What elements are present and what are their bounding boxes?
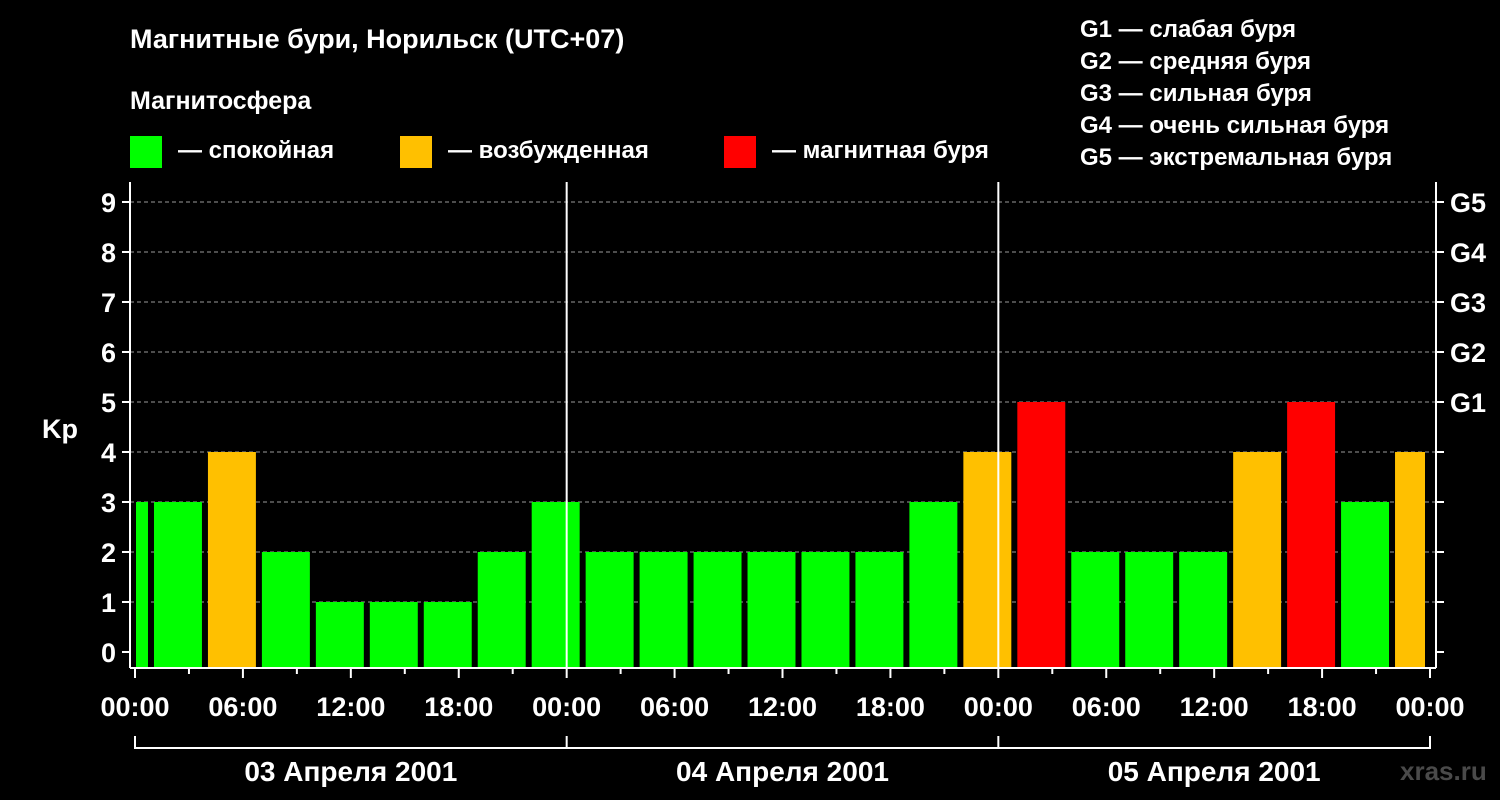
watermark: xras.ru	[1400, 756, 1487, 786]
x-tick-label: 18:00	[424, 692, 493, 722]
kp-bar	[1071, 552, 1120, 668]
kp-bar	[585, 552, 634, 668]
x-tick-label: 06:00	[1072, 692, 1141, 722]
x-tick-label: 00:00	[1395, 692, 1464, 722]
storm-level-g2: G2 — средняя буря	[1080, 48, 1311, 75]
x-tick-label: 00:00	[532, 692, 601, 722]
y-tick-label: 7	[101, 288, 116, 318]
y-tick-label: 8	[101, 238, 116, 268]
kp-bar	[639, 552, 688, 668]
y-tick-label: 3	[101, 488, 116, 518]
kp-bar	[747, 552, 796, 668]
storm-level-g3: G3 — сильная буря	[1080, 80, 1312, 107]
day-label: 04 Апреля 2001	[676, 756, 889, 787]
kp-bar	[1233, 452, 1282, 668]
x-tick-label: 06:00	[640, 692, 709, 722]
kp-bar	[369, 602, 418, 668]
y-tick-label: 5	[101, 388, 116, 418]
legend-heading: Магнитосфера	[130, 87, 312, 115]
kp-bar	[1017, 402, 1066, 668]
kp-bar	[1287, 402, 1336, 668]
x-tick-label: 00:00	[964, 692, 1033, 722]
kp-bar	[315, 602, 364, 668]
kp-bar	[477, 552, 526, 668]
day-label: 05 Апреля 2001	[1108, 756, 1321, 787]
g-level-label: G3	[1450, 288, 1486, 318]
kp-bar	[963, 452, 1012, 668]
y-tick-label: 6	[101, 338, 116, 368]
kp-bar	[531, 502, 580, 668]
storm-level-g1: G1 — слабая буря	[1080, 16, 1296, 43]
x-tick-label: 12:00	[748, 692, 817, 722]
legend: — спокойная — возбужденная — магнитная б…	[130, 136, 989, 168]
legend-label-storm: — магнитная буря	[772, 137, 989, 164]
kp-bar	[855, 552, 904, 668]
legend-label-excited: — возбужденная	[448, 137, 649, 164]
legend-swatch-storm	[724, 136, 756, 168]
g-level-label: G4	[1450, 238, 1486, 268]
y-tick-label: 4	[101, 438, 116, 468]
kp-bar	[207, 452, 256, 668]
kp-bar	[1125, 552, 1174, 668]
kp-bar	[153, 502, 202, 668]
x-tick-label: 12:00	[1180, 692, 1249, 722]
x-tick-label: 00:00	[100, 692, 169, 722]
legend-label-calm: — спокойная	[178, 137, 334, 164]
storm-level-list: G1 — слабая буря G2 — средняя буря G3 — …	[1080, 16, 1392, 171]
chart-title: Магнитные бури, Норильск (UTC+07)	[130, 24, 624, 54]
kp-chart: Магнитные бури, Норильск (UTC+07) Магнит…	[42, 16, 1487, 787]
kp-bar	[1179, 552, 1228, 668]
kp-bar	[909, 502, 958, 668]
y-tick-label: 0	[101, 638, 116, 668]
y-tick-label: 2	[101, 538, 116, 568]
kp-bar	[801, 552, 850, 668]
y-tick-label: 1	[101, 588, 116, 618]
kp-bar	[693, 552, 742, 668]
legend-swatch-excited	[400, 136, 432, 168]
y-tick-label: 9	[101, 188, 116, 218]
g-level-label: G5	[1450, 188, 1486, 218]
x-tick-label: 18:00	[1288, 692, 1357, 722]
storm-level-g5: G5 — экстремальная буря	[1080, 144, 1392, 171]
kp-bar	[423, 602, 472, 668]
x-tick-label: 12:00	[316, 692, 385, 722]
x-tick-label: 18:00	[856, 692, 925, 722]
bars-layer	[136, 402, 1425, 668]
kp-bar	[1341, 502, 1390, 668]
legend-swatch-calm	[130, 136, 162, 168]
day-label: 03 Апреля 2001	[244, 756, 457, 787]
kp-bar	[1395, 452, 1425, 668]
storm-level-g4: G4 — очень сильная буря	[1080, 112, 1389, 139]
g-level-label: G2	[1450, 338, 1486, 368]
x-tick-label: 06:00	[208, 692, 277, 722]
g-level-label: G1	[1450, 388, 1486, 418]
kp-bar	[136, 502, 148, 668]
kp-bar	[261, 552, 310, 668]
y-axis-label: Kp	[42, 414, 78, 444]
